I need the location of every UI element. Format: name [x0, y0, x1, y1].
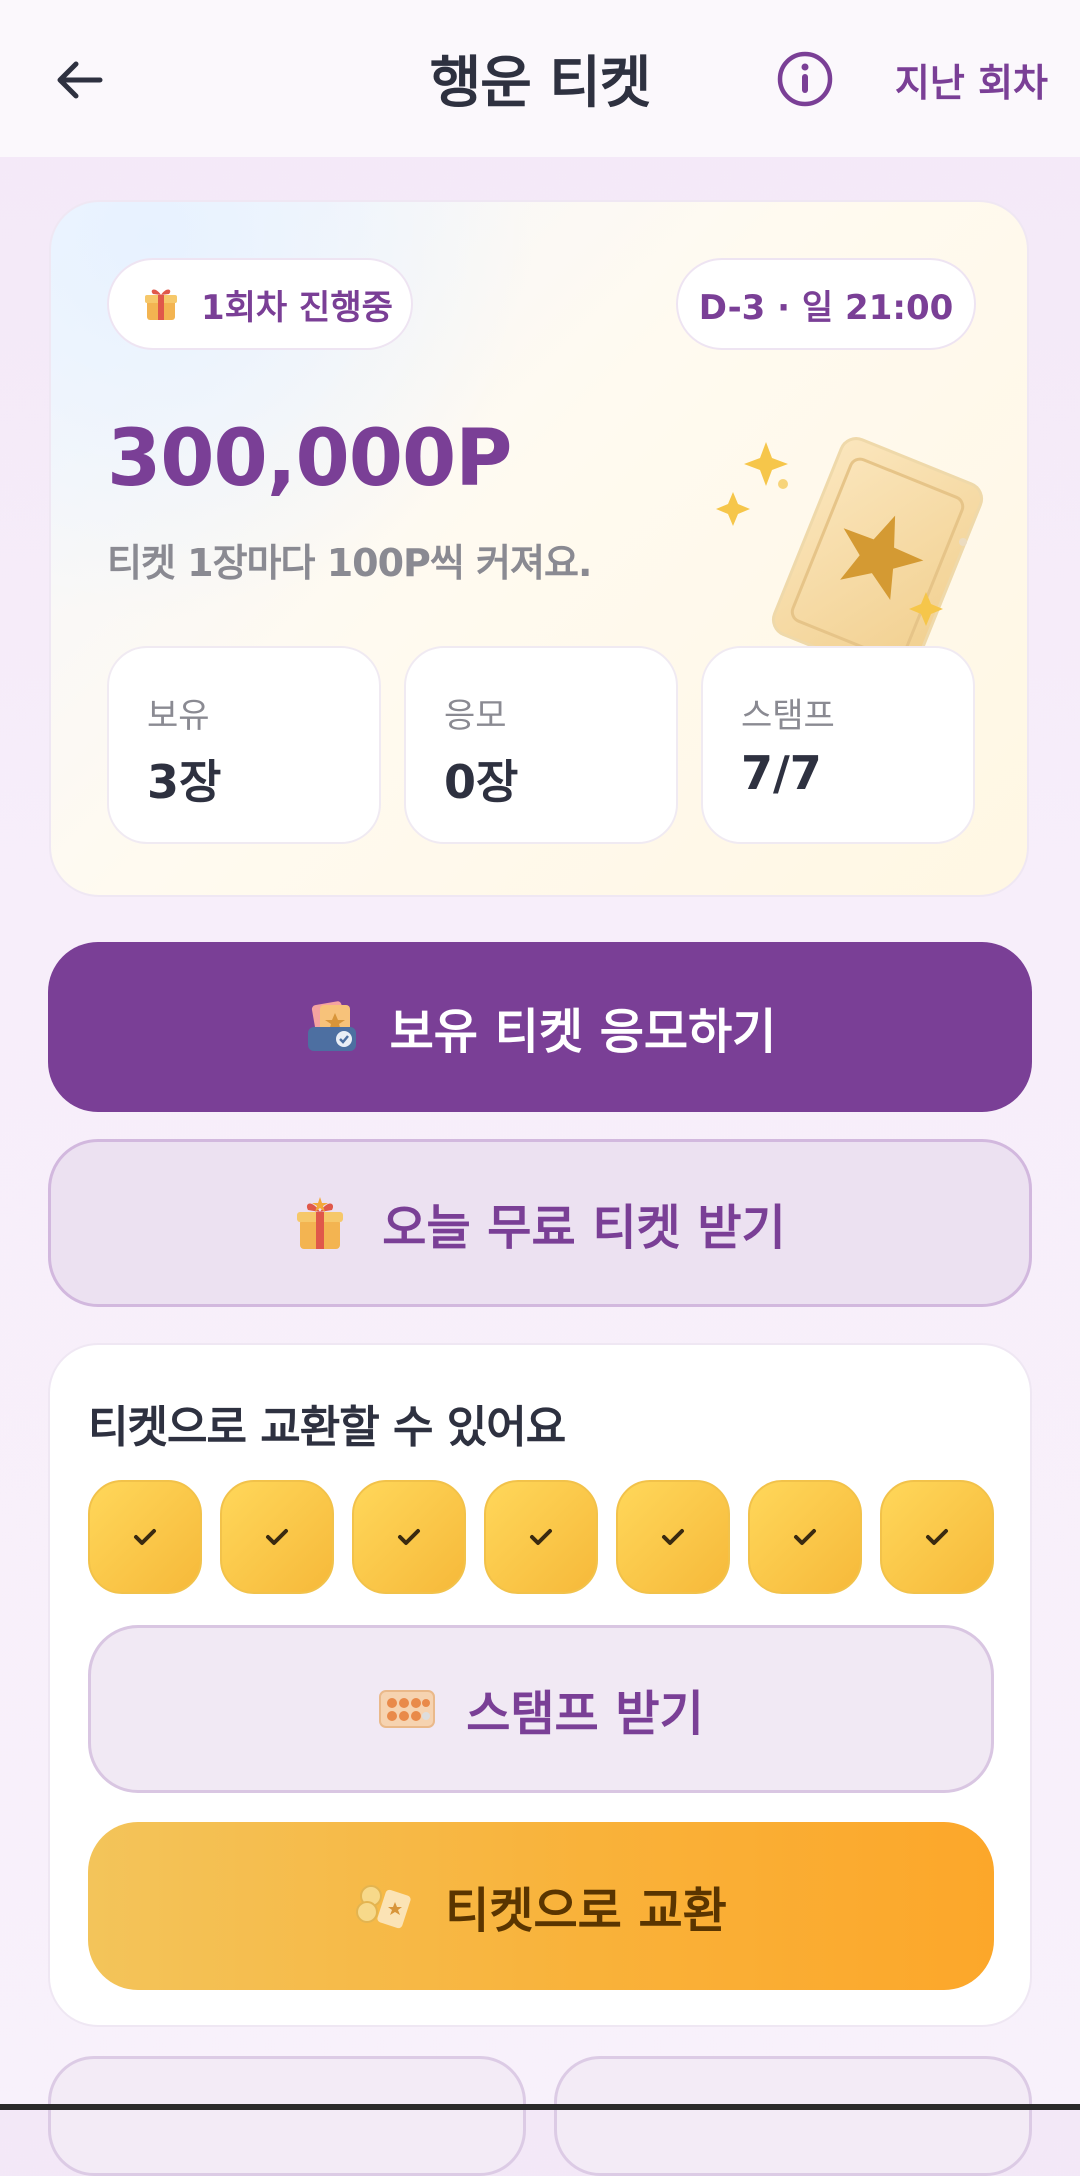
info-icon [777, 51, 833, 107]
enter-tickets-button[interactable]: 보유 티켓 응모하기 [48, 942, 1032, 1112]
round-status-badge: 1회차 진행중 [107, 258, 413, 350]
free-ticket-label: 오늘 무료 티켓 받기 [382, 1200, 786, 1256]
bottom-card-right[interactable] [554, 2056, 1032, 2176]
gift-box-icon [145, 289, 177, 320]
exchange-ticket-button[interactable]: 티켓으로 교환 [88, 1822, 994, 1990]
stat-label: 응모 [444, 696, 507, 736]
stat-label: 스탬프 [741, 696, 835, 736]
ticket-wallet-icon [307, 1001, 356, 1051]
stamp-slot-filled [220, 1480, 334, 1594]
bottom-card-left[interactable] [48, 2056, 526, 2176]
gift-box-icon [297, 1197, 344, 1249]
check-icon [794, 1529, 816, 1545]
free-ticket-button[interactable]: 오늘 무료 티켓 받기 [48, 1139, 1032, 1307]
enter-tickets-label: 보유 티켓 응모하기 [389, 1004, 777, 1060]
exchange-title: 티켓으로 교환할 수 있어요 [88, 1402, 566, 1453]
prize-amount: 300,000P [107, 414, 512, 504]
exchange-ticket-label: 티켓으로 교환 [445, 1883, 727, 1939]
coin-ticket-icon [356, 1885, 411, 1929]
round-status-text: 1회차 진행중 [201, 287, 393, 328]
stat-value: 7/7 [741, 746, 822, 800]
top-bar: 행운 티켓 지난 회차 [0, 0, 1080, 157]
past-rounds-link[interactable]: 지난 회차 [895, 52, 1048, 107]
stat-stamps: 스탬프 7/7 [701, 646, 975, 844]
stamp-slot-filled [352, 1480, 466, 1594]
stamp-slot-filled [616, 1480, 730, 1594]
stat-value: 3장 [147, 755, 222, 809]
info-button[interactable] [776, 50, 834, 108]
stamp-slot-filled [88, 1480, 202, 1594]
system-nav-bar [0, 2104, 1080, 2110]
check-icon [662, 1529, 684, 1545]
check-icon [266, 1529, 288, 1545]
deadline-badge: D-3 · 일 21:00 [676, 258, 976, 350]
hero-card: 1회차 진행중 D-3 · 일 21:00 300,000P 티켓 1장마다 1… [49, 200, 1029, 897]
stamp-card-icon [379, 1690, 436, 1728]
check-icon [530, 1529, 552, 1545]
get-stamp-button[interactable]: 스탬프 받기 [88, 1625, 994, 1793]
stat-entered: 응모 0장 [404, 646, 678, 844]
get-stamp-label: 스탬프 받기 [466, 1686, 704, 1742]
stamp-slot-filled [748, 1480, 862, 1594]
prize-description: 티켓 1장마다 100P씩 커져요. [107, 541, 592, 585]
stamp-row [88, 1480, 994, 1594]
stamp-slot-filled [880, 1480, 994, 1594]
stamp-slot-filled [484, 1480, 598, 1594]
exchange-card: 티켓으로 교환할 수 있어요 스탬프 받기 티켓으로 교환 [48, 1343, 1032, 2027]
stat-owned: 보유 3장 [107, 646, 381, 844]
check-icon [398, 1529, 420, 1545]
check-icon [926, 1529, 948, 1545]
stat-label: 보유 [147, 696, 210, 736]
check-icon [134, 1529, 156, 1545]
stat-value: 0장 [444, 755, 519, 809]
